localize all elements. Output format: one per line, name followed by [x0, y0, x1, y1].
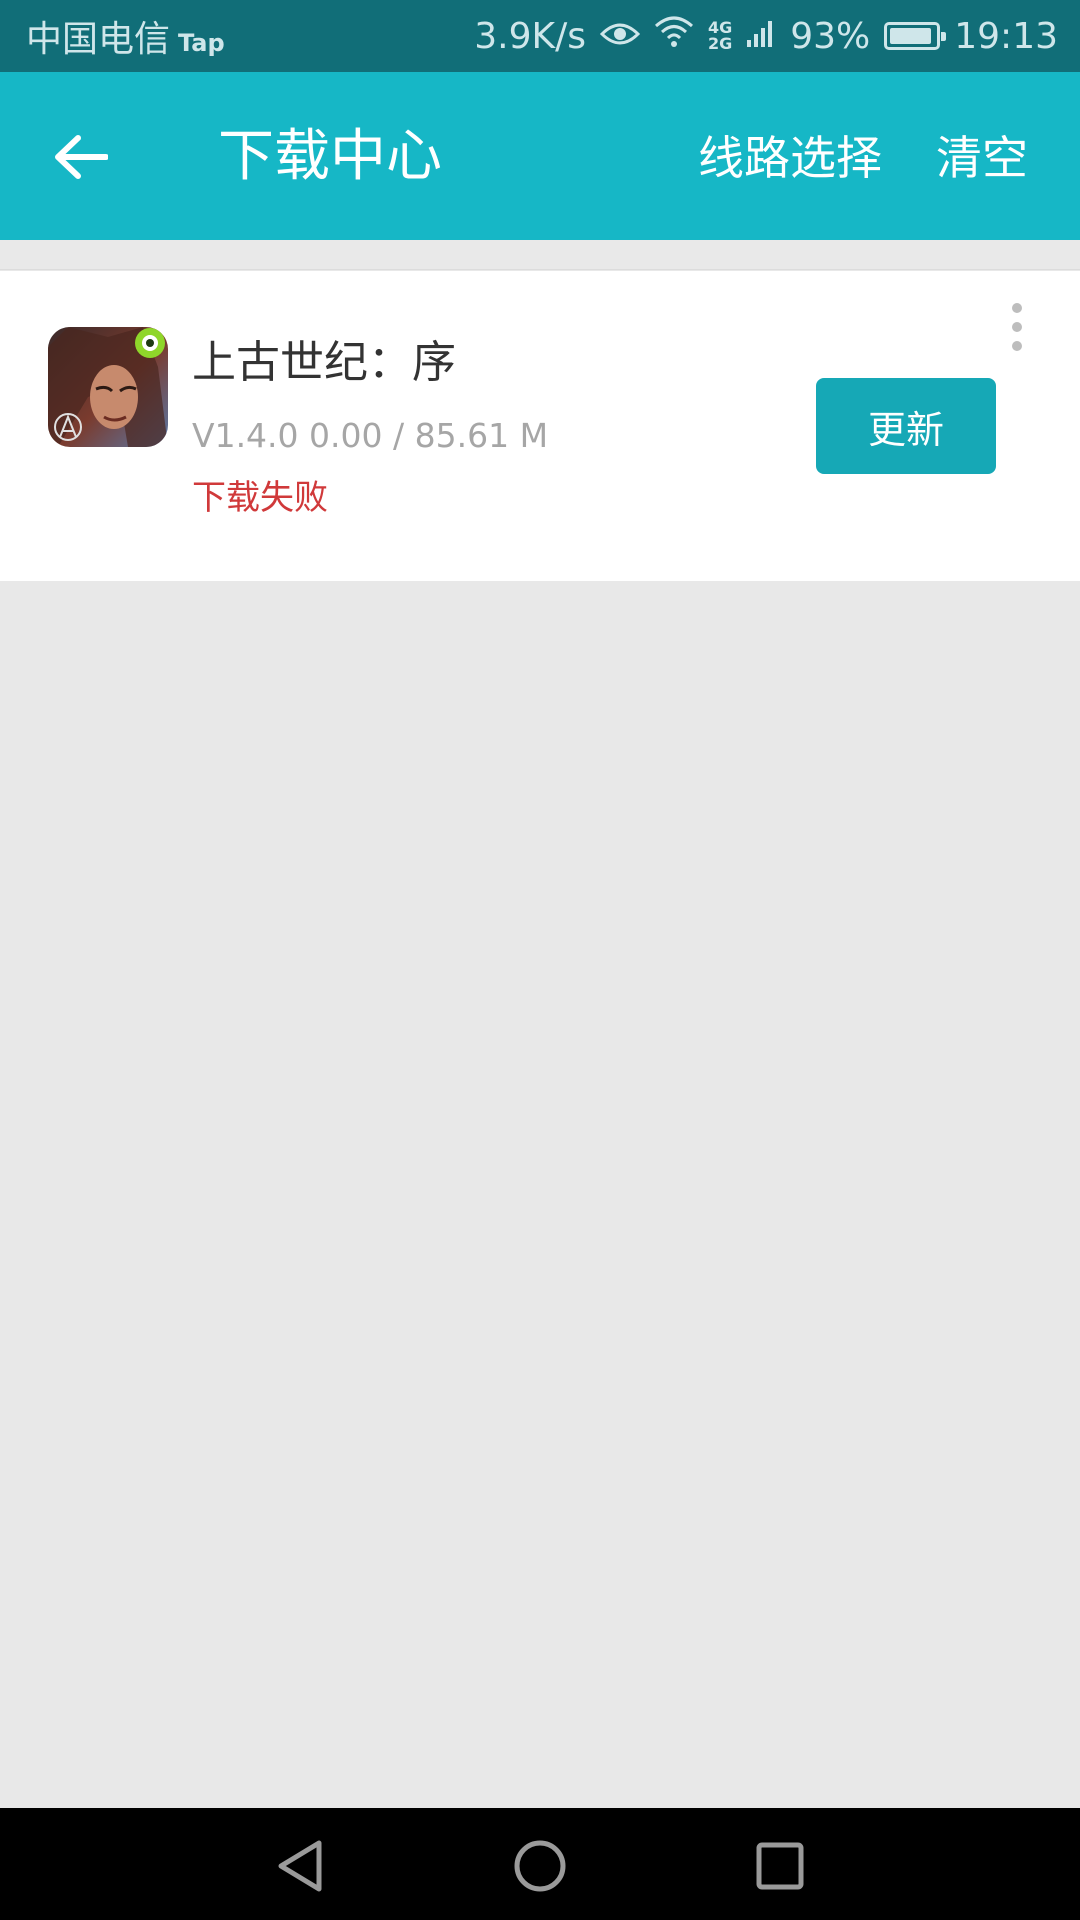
arrow-left-icon [55, 135, 108, 179]
more-dot [1012, 303, 1022, 313]
nav-recents-button[interactable] [750, 1836, 810, 1896]
update-button[interactable]: 更新 [816, 378, 996, 474]
carrier-name: 中国电信 [26, 19, 171, 60]
clear-button[interactable]: 清空 [936, 128, 1028, 188]
nav-home-button[interactable] [510, 1836, 570, 1896]
signal-icon [746, 16, 776, 57]
app-version-size: V1.4.0 0.00 / 85.61 M [192, 416, 549, 455]
wifi-icon [654, 16, 694, 57]
page-title: 下载中心 [218, 124, 442, 189]
app-bar: 下载中心 线路选择 清空 [0, 72, 1080, 240]
download-status: 下载失败 [192, 478, 328, 518]
download-item-card[interactable]: 上古世纪：序 V1.4.0 0.00 / 85.61 M 下载失败 更新 [0, 271, 1080, 581]
net-speed: 3.9K/s [474, 15, 586, 57]
section-divider [0, 240, 1080, 270]
status-right: 3.9K/s 4G 2G 93% 19:13 [474, 16, 1058, 57]
eye-icon [599, 16, 641, 57]
home-circle-icon [514, 1840, 566, 1892]
status-bar: 中国电信 Tap 3.9K/s 4G 2G 93% 19:13 [0, 0, 1080, 72]
back-triangle-icon [278, 1840, 322, 1892]
status-left: 中国电信 Tap [26, 10, 225, 62]
route-select-button[interactable]: 线路选择 [698, 128, 882, 188]
more-dot [1012, 322, 1022, 332]
clock-time: 19:13 [954, 15, 1058, 57]
battery-icon [884, 22, 947, 50]
app-name: 上古世纪：序 [192, 337, 456, 388]
battery-level-fill [890, 28, 932, 44]
recents-square-icon [756, 1842, 804, 1890]
battery-percent: 93% [790, 15, 871, 57]
more-dot [1012, 341, 1022, 351]
game-icon [48, 327, 168, 447]
network-type: 4G 2G [708, 20, 732, 52]
network-2g-label: 2G [707, 34, 733, 53]
nav-back-button[interactable] [270, 1836, 330, 1896]
back-button[interactable] [46, 122, 116, 192]
tap-app-indicator: Tap [178, 29, 225, 57]
system-nav-bar [0, 1808, 1080, 1920]
more-options-icon[interactable] [1000, 299, 1034, 355]
